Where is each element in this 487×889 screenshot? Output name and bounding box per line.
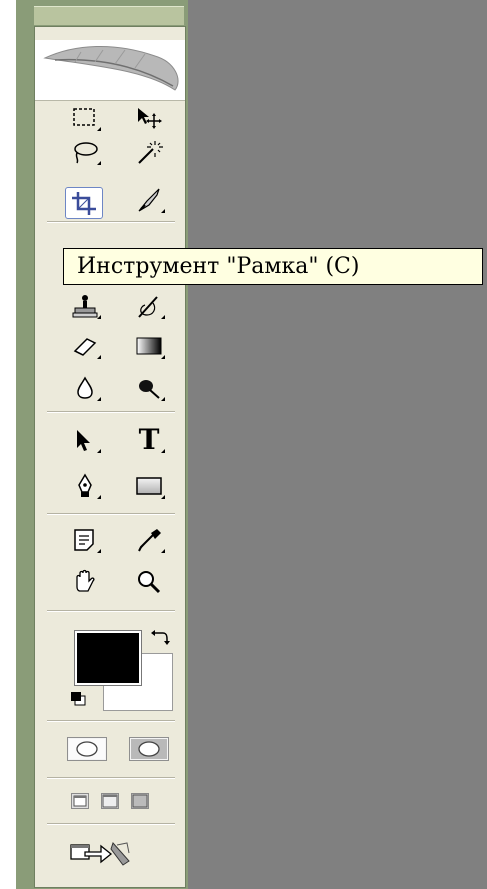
type-tool[interactable]: T: [131, 425, 167, 455]
workspace-canvas[interactable]: [188, 0, 487, 889]
gradient-tool[interactable]: [131, 331, 167, 361]
hand-tool[interactable]: [67, 567, 103, 597]
crop-tool[interactable]: [65, 187, 103, 219]
window-edge: [0, 0, 14, 889]
standard-screen-mode-button[interactable]: [71, 793, 89, 809]
feather-logo[interactable]: [35, 40, 185, 101]
lasso-tool[interactable]: [67, 137, 103, 167]
swap-colors-icon[interactable]: [149, 627, 171, 647]
standard-mode-button[interactable]: [67, 737, 107, 761]
quick-mask-mode-button[interactable]: [129, 737, 169, 761]
toolbox-body: T: [34, 26, 186, 888]
toolbox-panel: T: [16, 0, 188, 889]
pen-tool[interactable]: [67, 471, 103, 501]
slice-tool[interactable]: [131, 185, 167, 215]
toolbox-separator: [47, 720, 175, 722]
default-colors-icon[interactable]: [69, 691, 87, 707]
move-tool[interactable]: [131, 103, 167, 133]
notes-tool[interactable]: [67, 525, 103, 555]
magic-wand-tool[interactable]: [131, 137, 167, 167]
path-selection-tool[interactable]: [67, 425, 103, 455]
toolbox-separator: [47, 221, 175, 223]
foreground-color-swatch[interactable]: [74, 630, 142, 686]
toolbox-separator: [47, 513, 175, 515]
full-screen-mode-button[interactable]: [131, 793, 149, 809]
jump-to-imageready-button[interactable]: [67, 835, 137, 869]
history-brush-tool[interactable]: [131, 291, 167, 321]
tooltip-text: Инструмент "Рамка" (C): [77, 254, 360, 279]
toolbox-separator: [47, 610, 175, 612]
rectangular-marquee-tool[interactable]: [67, 103, 103, 133]
clone-stamp-tool[interactable]: [67, 291, 103, 321]
eyedropper-tool[interactable]: [131, 525, 167, 555]
zoom-tool[interactable]: [131, 567, 167, 597]
toolbox-title-bar[interactable]: [34, 6, 184, 25]
dodge-tool[interactable]: [131, 373, 167, 403]
rectangle-shape-tool[interactable]: [131, 471, 167, 501]
blur-tool[interactable]: [67, 373, 103, 403]
type-tool-glyph: T: [138, 423, 160, 456]
toolbox-separator: [47, 823, 175, 825]
tool-tooltip: Инструмент "Рамка" (C): [63, 248, 483, 285]
eraser-tool[interactable]: [67, 331, 103, 361]
toolbox-separator: [47, 777, 175, 779]
full-screen-menu-mode-button[interactable]: [101, 793, 119, 809]
toolbox-separator: [47, 411, 175, 413]
